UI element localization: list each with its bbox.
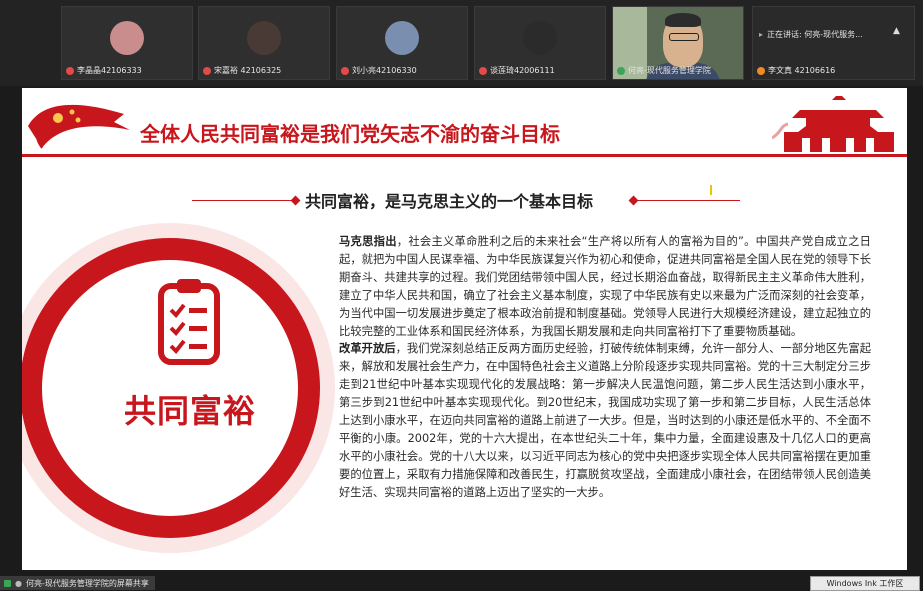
participant-strip: 李晶晶42106333 宋嘉裕 42106325 刘小亮42106330 谈莲琦… — [0, 0, 923, 86]
participant-tile[interactable]: 李晶晶42106333 — [61, 6, 193, 80]
badge-title: 共同富裕 — [123, 392, 256, 430]
paragraph-text: ，我们党深刻总结正反两方面历史经验，打破传统体制束缚，允许一部分人、一部分地区先… — [339, 342, 871, 499]
paragraph-lead: 改革开放后 — [339, 342, 396, 356]
windows-ink-button[interactable]: Windows Ink 工作区 — [810, 576, 920, 591]
tiananmen-decoration — [772, 96, 894, 152]
slide-body: 马克思指出，社会主义革命胜利之后的未来社会“生产将以所有人的富裕为目的”。中国共… — [339, 233, 871, 502]
mic-muted-icon — [66, 66, 74, 75]
text-cursor — [710, 185, 712, 195]
participant-name: 谈莲琦42006111 — [490, 66, 555, 75]
glasses — [669, 33, 699, 41]
participant-name: 李晶晶42106333 — [77, 66, 142, 75]
flag-ribbon-decoration — [28, 104, 130, 149]
share-label: 何亮-现代服务管理学院的屏幕共享 — [25, 578, 149, 588]
checklist-clipboard-icon — [158, 279, 220, 365]
expand-icon[interactable]: ▲ — [893, 26, 900, 36]
paragraph-lead: 马克思指出 — [339, 235, 397, 248]
participant-name: 刘小亮42106330 — [352, 66, 417, 75]
speaker-icon: ▸ — [759, 30, 764, 39]
participant-video-tile[interactable]: 何亮-现代服务管理学院 — [612, 6, 744, 80]
mic-muted-icon — [203, 66, 211, 75]
paragraph: 马克思指出，社会主义革命胜利之后的未来社会“生产将以所有人的富裕为目的”。中国共… — [339, 233, 871, 340]
speaking-indicator: 正在讲话: 何亮-现代服务... — [767, 30, 863, 39]
slide-subtitle: 共同富裕，是马克思主义的一个基本目标 — [305, 192, 594, 211]
participant-name: 何亮-现代服务管理学院 — [628, 66, 711, 75]
participant-name: 宋嘉裕 42106325 — [214, 66, 282, 75]
avatar — [110, 21, 144, 55]
participant-tile[interactable]: 刘小亮42106330 — [336, 6, 468, 80]
mic-muted-icon — [341, 66, 349, 75]
mic-icon: ● — [15, 578, 22, 588]
avatar — [247, 21, 281, 55]
participant-name: 李文真 42106616 — [768, 66, 836, 75]
mic-muted-icon — [757, 66, 765, 75]
participant-tile[interactable]: 谈莲琦42006111 — [474, 6, 606, 80]
slide-title: 全体人民共同富裕是我们党矢志不渝的奋斗目标 — [140, 122, 560, 146]
screen-share-indicator[interactable]: ● 何亮-现代服务管理学院的屏幕共享 — [0, 576, 155, 590]
shared-slide: 全体人民共同富裕是我们党矢志不渝的奋斗目标 共同富裕，是马克思主义的一个基本目标 — [22, 88, 907, 570]
share-status-icon — [4, 579, 11, 587]
participant-tile[interactable]: 宋嘉裕 42106325 — [198, 6, 330, 80]
paragraph-text: ，社会主义革命胜利之后的未来社会“生产将以所有人的富裕为目的”。中国共产党自成立… — [339, 235, 871, 338]
mic-muted-icon — [479, 66, 487, 75]
paragraph: 改革开放后，我们党深刻总结正反两方面历史经验，打破传统体制束缚，允许一部分人、一… — [339, 340, 871, 501]
subtitle-bar: 共同富裕，是马克思主义的一个基本目标 — [22, 188, 907, 214]
speaking-panel[interactable]: ▸ 正在讲话: 何亮-现代服务... 李文真 42106616 — [752, 6, 915, 80]
avatar — [523, 21, 557, 55]
avatar — [385, 21, 419, 55]
mic-on-icon — [617, 66, 625, 75]
header-divider — [22, 154, 907, 157]
